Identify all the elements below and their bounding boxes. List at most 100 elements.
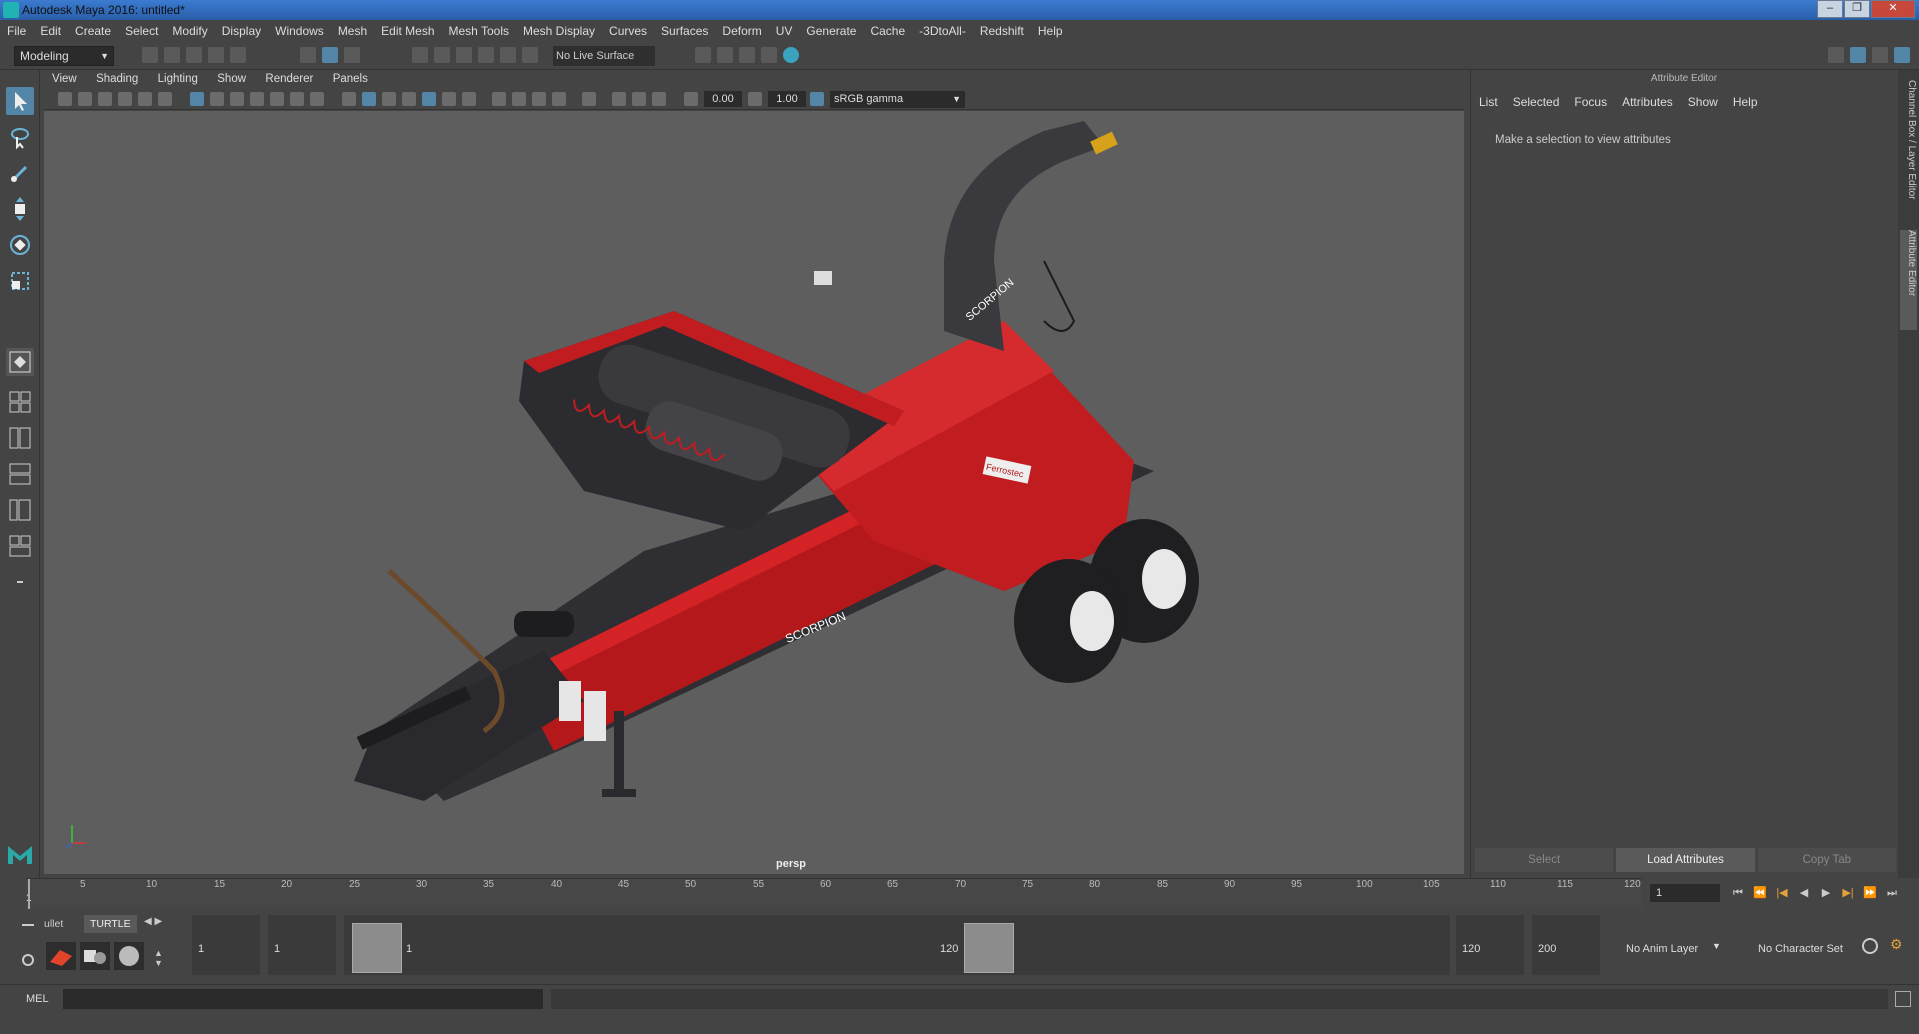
safe-action-icon[interactable] bbox=[290, 92, 304, 106]
panel-menu-panels[interactable]: Panels bbox=[325, 70, 376, 88]
menu-edit[interactable]: Edit bbox=[33, 24, 68, 38]
panel-menu-view[interactable]: View bbox=[44, 70, 85, 88]
snap-surface-icon[interactable] bbox=[500, 47, 516, 63]
render-view-icon[interactable] bbox=[695, 47, 711, 63]
time-slider[interactable]: 1 5 10 15 20 25 30 35 40 45 50 55 60 65 … bbox=[0, 878, 1919, 909]
snap-point-icon[interactable] bbox=[456, 47, 472, 63]
ipr-render-icon[interactable] bbox=[739, 47, 755, 63]
ae-menu-selected[interactable]: Selected bbox=[1513, 95, 1560, 109]
anim-layer-dropdown[interactable]: No Anim Layer ▼ bbox=[1620, 915, 1724, 975]
undo-icon[interactable] bbox=[208, 47, 224, 63]
depth-of-field-icon[interactable] bbox=[552, 92, 566, 106]
menu-mesh-display[interactable]: Mesh Display bbox=[516, 24, 602, 38]
menu-uv[interactable]: UV bbox=[769, 24, 800, 38]
menu-curves[interactable]: Curves bbox=[602, 24, 654, 38]
menu-surfaces[interactable]: Surfaces bbox=[654, 24, 715, 38]
go-to-start-button[interactable]: ⏮ bbox=[1728, 884, 1748, 902]
shelf-scroll-arrows-icon[interactable]: ▲ ▼ bbox=[154, 948, 163, 968]
ae-load-attributes-button[interactable]: Load Attributes bbox=[1616, 848, 1755, 872]
live-surface-field[interactable]: No Live Surface bbox=[553, 46, 655, 66]
paint-select-tool-icon[interactable] bbox=[6, 159, 34, 187]
camera-attributes-icon[interactable] bbox=[78, 92, 92, 106]
backface-culling-icon[interactable] bbox=[652, 92, 666, 106]
rotate-tool-icon[interactable] bbox=[6, 231, 34, 259]
lasso-tool-icon[interactable] bbox=[6, 123, 34, 151]
ae-menu-help[interactable]: Help bbox=[1733, 95, 1758, 109]
image-plane-icon[interactable] bbox=[118, 92, 132, 106]
menu-file[interactable]: File bbox=[0, 24, 33, 38]
modeling-toolkit-icon[interactable] bbox=[1828, 47, 1844, 63]
exposure-icon[interactable] bbox=[684, 92, 698, 106]
auto-keyframe-icon[interactable] bbox=[1862, 938, 1878, 954]
color-management-icon[interactable] bbox=[810, 92, 824, 106]
shelf-menu-icon[interactable] bbox=[22, 924, 34, 926]
ae-menu-list[interactable]: List bbox=[1479, 95, 1498, 109]
menu-edit-mesh[interactable]: Edit Mesh bbox=[374, 24, 441, 38]
persp-outliner-layout-icon[interactable] bbox=[6, 424, 34, 452]
render-settings-icon[interactable] bbox=[761, 47, 777, 63]
ae-menu-attributes[interactable]: Attributes bbox=[1622, 95, 1673, 109]
shelf-tab-scroll-icon[interactable]: ◀ ▶ bbox=[144, 916, 162, 927]
menu-set-selector[interactable]: Modeling ▼ bbox=[14, 46, 114, 66]
render-frame-icon[interactable] bbox=[717, 47, 733, 63]
ae-menu-show[interactable]: Show bbox=[1688, 95, 1718, 109]
select-component-icon[interactable] bbox=[344, 47, 360, 63]
attribute-editor-toggle-icon[interactable] bbox=[1850, 47, 1866, 63]
use-all-lights-icon[interactable] bbox=[442, 92, 456, 106]
close-button[interactable]: ✕ bbox=[1871, 0, 1915, 18]
anti-aliasing-icon[interactable] bbox=[532, 92, 546, 106]
menu-create[interactable]: Create bbox=[68, 24, 118, 38]
panel-menu-shading[interactable]: Shading bbox=[88, 70, 146, 88]
snap-curve-icon[interactable] bbox=[434, 47, 450, 63]
panel-menu-show[interactable]: Show bbox=[209, 70, 254, 88]
persp-hypershade-layout-icon[interactable] bbox=[6, 532, 34, 560]
character-set-dropdown[interactable]: No Character Set bbox=[1752, 915, 1856, 975]
gamma-field[interactable]: 1.00 bbox=[768, 91, 806, 107]
step-back-key-button[interactable]: ⏪ bbox=[1750, 884, 1770, 902]
panel-menu-renderer[interactable]: Renderer bbox=[257, 70, 321, 88]
play-backwards-button[interactable]: ◀ bbox=[1794, 884, 1814, 902]
xray-icon[interactable] bbox=[612, 92, 626, 106]
play-forwards-button[interactable]: ▶ bbox=[1816, 884, 1836, 902]
screen-space-ao-icon[interactable] bbox=[492, 92, 506, 106]
motion-blur-icon[interactable] bbox=[512, 92, 526, 106]
grid-toggle-icon[interactable] bbox=[190, 92, 204, 106]
animation-preferences-icon[interactable]: ⚙ bbox=[1890, 936, 1908, 954]
gamma-icon[interactable] bbox=[748, 92, 762, 106]
turtle-render-icon[interactable] bbox=[46, 942, 76, 970]
time-ruler[interactable]: 1 5 10 15 20 25 30 35 40 45 50 55 60 65 … bbox=[26, 878, 1642, 909]
range-start-handle[interactable] bbox=[352, 923, 402, 973]
animation-end-field[interactable]: 200 bbox=[1532, 915, 1600, 975]
move-tool-icon[interactable] bbox=[6, 195, 34, 223]
shelf-tab-bullet[interactable]: ullet bbox=[38, 915, 70, 933]
panel-menu-lighting[interactable]: Lighting bbox=[150, 70, 206, 88]
menu-select[interactable]: Select bbox=[118, 24, 165, 38]
bookmark-icon[interactable] bbox=[98, 92, 112, 106]
menu-cache[interactable]: Cache bbox=[863, 24, 912, 38]
turtle-bake-icon[interactable] bbox=[80, 942, 110, 970]
new-scene-icon[interactable] bbox=[142, 47, 158, 63]
menu-display[interactable]: Display bbox=[215, 24, 268, 38]
isolate-select-icon[interactable] bbox=[582, 92, 596, 106]
view-transform-dropdown[interactable]: sRGB gamma ▼ bbox=[830, 91, 965, 108]
select-object-icon[interactable] bbox=[322, 47, 338, 63]
snap-grid-icon[interactable] bbox=[412, 47, 428, 63]
shelf-settings-icon[interactable] bbox=[22, 954, 34, 966]
turtle-surface-transfer-icon[interactable] bbox=[114, 942, 144, 970]
playback-start-field[interactable]: 1 bbox=[268, 915, 336, 975]
menu-generate[interactable]: Generate bbox=[799, 24, 863, 38]
menu-mesh-tools[interactable]: Mesh Tools bbox=[442, 24, 516, 38]
playback-end-field[interactable]: 120 bbox=[1456, 915, 1524, 975]
channel-box-toggle-icon[interactable] bbox=[1894, 47, 1910, 63]
save-scene-icon[interactable] bbox=[186, 47, 202, 63]
current-time-marker[interactable] bbox=[28, 879, 30, 909]
tool-settings-icon[interactable] bbox=[1872, 47, 1888, 63]
range-slider-track[interactable]: 1 120 bbox=[344, 915, 1450, 975]
two-d-pan-zoom-icon[interactable] bbox=[138, 92, 152, 106]
tab-attribute-editor[interactable]: Attribute Editor bbox=[1900, 230, 1917, 330]
go-to-end-button[interactable]: ⏭ bbox=[1882, 884, 1902, 902]
range-end-handle[interactable] bbox=[964, 923, 1014, 973]
film-gate-icon[interactable] bbox=[210, 92, 224, 106]
menu-redshift[interactable]: Redshift bbox=[973, 24, 1031, 38]
exposure-field[interactable]: 0.00 bbox=[704, 91, 742, 107]
